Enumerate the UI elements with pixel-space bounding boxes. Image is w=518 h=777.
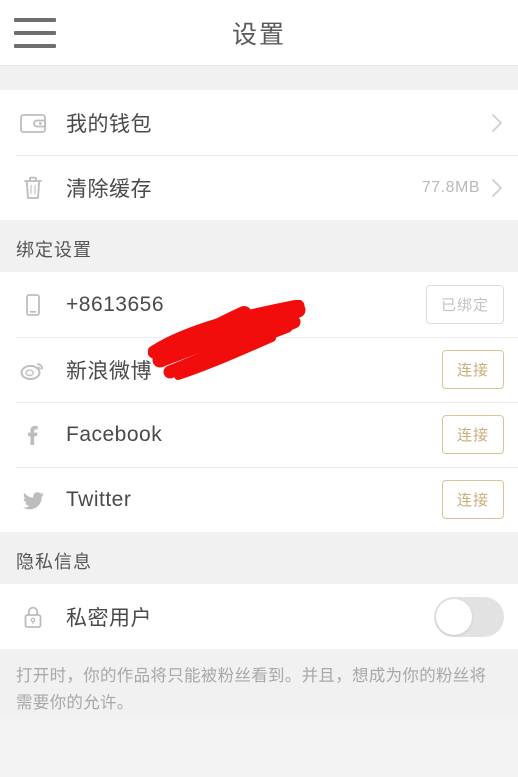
row-label: 清除缓存: [66, 177, 152, 201]
section-gap: [0, 66, 518, 90]
cache-size-value: 77.8MB: [421, 178, 480, 196]
row-phone[interactable]: +8613656 已绑定: [0, 272, 518, 337]
settings-screen: 设置 我的钱包 清除缓存 77.8MB 绑定设置 +8613656 已绑定 新浪…: [0, 0, 518, 777]
row-wallet[interactable]: 我的钱包: [0, 90, 518, 155]
phone-number-label: +8613656: [66, 292, 165, 316]
hamburger-bar: [14, 30, 56, 35]
top-app-bar: 设置: [0, 0, 518, 66]
binding-section: +8613656 已绑定 新浪微博 连接 Facebook 连接 Twitter…: [0, 272, 518, 532]
weibo-icon: [16, 353, 50, 387]
lock-icon: [16, 600, 50, 634]
phone-icon: [16, 288, 50, 322]
toggle-knob: [436, 598, 472, 635]
row-label: 新浪微博: [66, 359, 152, 383]
row-label: 私密用户: [66, 606, 152, 630]
chevron-right-icon: [490, 177, 504, 199]
section-header-privacy: 隐私信息: [0, 532, 518, 584]
hamburger-menu-icon[interactable]: [14, 17, 56, 48]
trash-icon: [16, 171, 50, 205]
facebook-connect-button[interactable]: 连接: [441, 415, 504, 454]
twitter-connect-button[interactable]: 连接: [441, 480, 504, 519]
row-private-user[interactable]: 私密用户: [0, 584, 518, 649]
page-title: 设置: [231, 20, 286, 49]
row-weibo[interactable]: 新浪微博 连接: [0, 337, 518, 402]
row-label: Twitter: [66, 487, 132, 511]
phone-bound-button[interactable]: 已绑定: [425, 285, 504, 324]
general-section: 我的钱包 清除缓存 77.8MB: [0, 90, 518, 220]
row-twitter[interactable]: Twitter 连接: [0, 467, 518, 532]
hamburger-bar: [14, 17, 56, 22]
chevron-right-icon: [490, 112, 504, 134]
row-clear-cache[interactable]: 清除缓存 77.8MB: [0, 155, 518, 220]
wallet-icon: [16, 106, 50, 140]
section-header-binding: 绑定设置: [0, 220, 518, 272]
private-user-toggle[interactable]: [434, 596, 504, 637]
row-facebook[interactable]: Facebook 连接: [0, 402, 518, 467]
hamburger-bar: [14, 43, 56, 48]
privacy-section: 私密用户: [0, 584, 518, 649]
row-label: Facebook: [66, 422, 163, 446]
row-label: 我的钱包: [66, 112, 152, 136]
weibo-connect-button[interactable]: 连接: [441, 350, 504, 389]
privacy-footnote: 打开时，你的作品将只能被粉丝看到。并且，想成为你的粉丝将需要你的允许。: [0, 649, 518, 718]
twitter-icon: [16, 483, 50, 517]
facebook-icon: [16, 418, 50, 452]
